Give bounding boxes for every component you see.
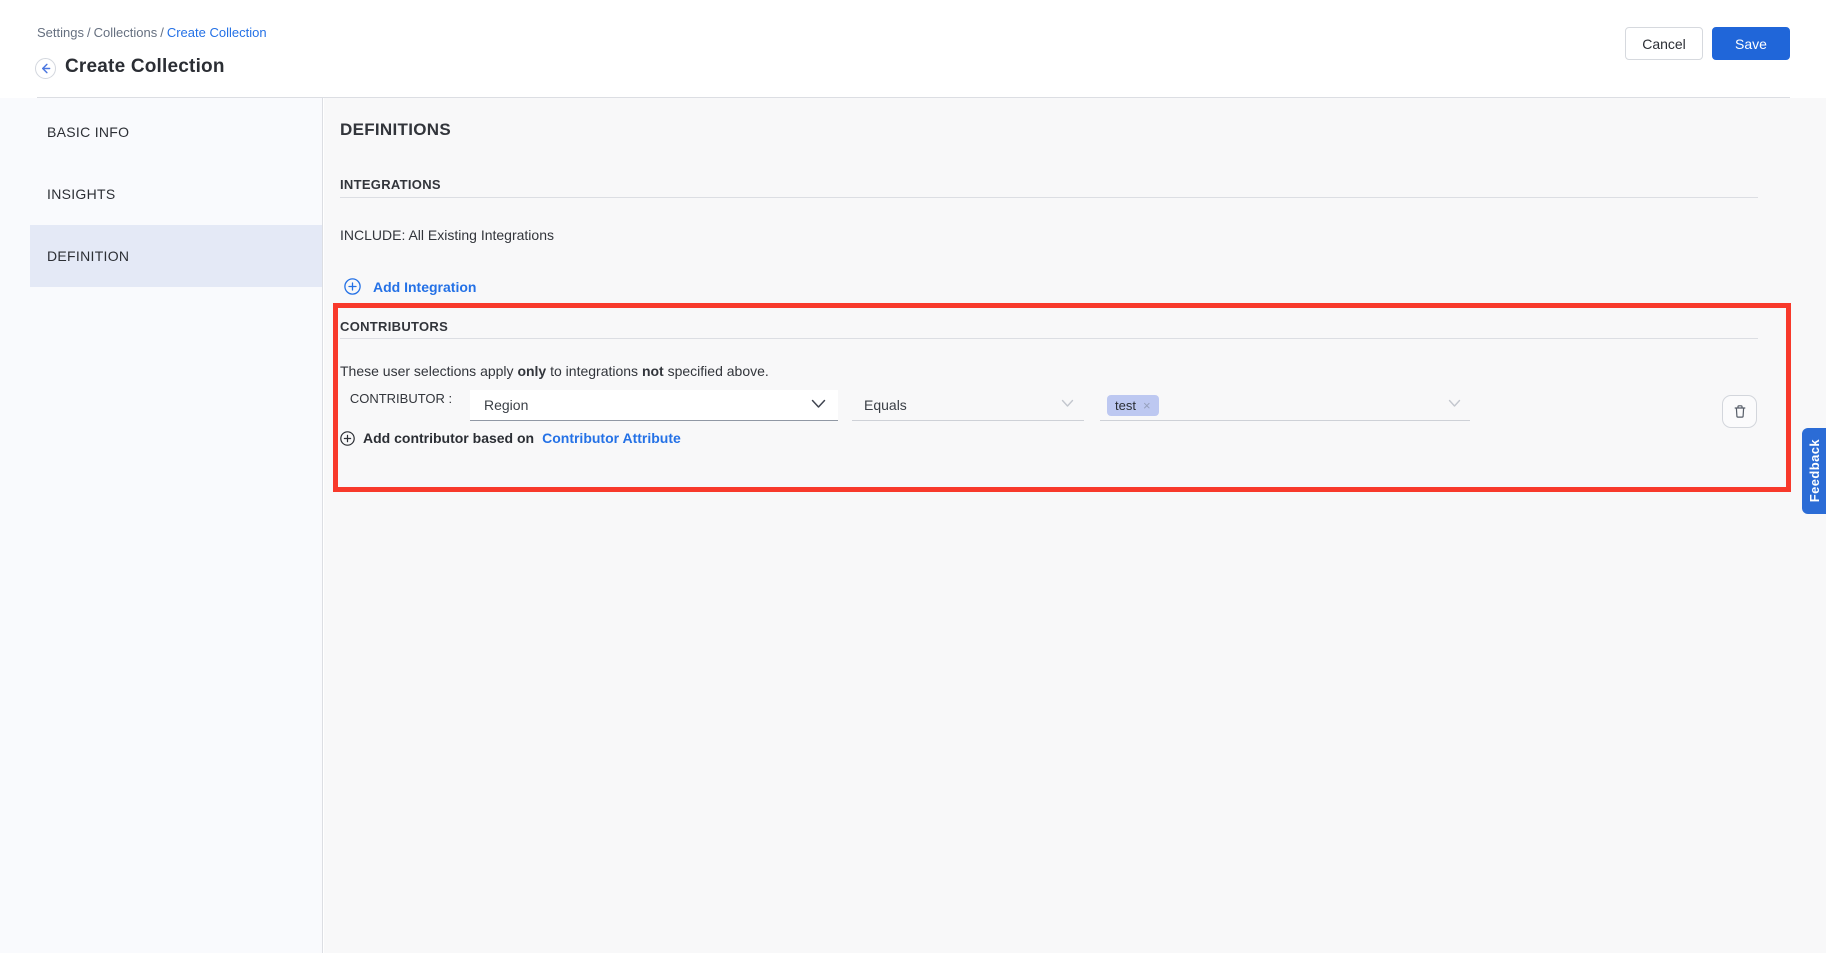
trash-icon [1733,404,1747,419]
feedback-tab-label: Feedback [1807,439,1822,502]
plus-circle-icon [340,431,355,446]
delete-contributor-button[interactable] [1722,395,1757,428]
breadcrumb: Settings/Collections/Create Collection [37,25,267,40]
plus-circle-icon [344,278,361,295]
sidebar-item-definition[interactable]: DEFINITION [30,225,322,287]
integrations-section-label: INTEGRATIONS [340,177,441,192]
feedback-tab[interactable]: Feedback [1802,428,1826,514]
add-integration-label: Add Integration [373,279,476,295]
create-collection-page: Settings/Collections/Create Collection C… [0,0,1826,953]
breadcrumb-separator: / [157,25,167,40]
breadcrumb-collections[interactable]: Collections [94,25,158,40]
add-contributor-button[interactable]: Add contributor based on Contributor Att… [340,430,681,446]
attribute-select[interactable]: Region [470,390,838,421]
breadcrumb-separator: / [84,25,94,40]
contributors-description: These user selections apply only to inte… [340,363,769,379]
integrations-divider [340,197,1758,198]
breadcrumb-settings[interactable]: Settings [37,25,84,40]
sidebar-item-insights[interactable]: INSIGHTS [30,163,322,225]
add-contributor-text: Add contributor based on [363,430,534,446]
breadcrumb-current: Create Collection [167,25,267,40]
chevron-down-icon [1448,399,1461,408]
back-button[interactable] [35,58,56,79]
cancel-button[interactable]: Cancel [1625,27,1703,60]
definitions-title: DEFINITIONS [340,120,451,140]
values-select[interactable]: test × [1100,390,1470,421]
value-chip[interactable]: test × [1107,395,1159,416]
chevron-down-icon [1061,399,1074,408]
attribute-select-value: Region [484,397,528,413]
operator-select[interactable]: Equals [852,390,1084,421]
chevron-down-icon [811,399,826,409]
sidebar: BASIC INFO INSIGHTS DEFINITION [0,98,323,953]
contributors-divider [340,338,1758,339]
sidebar-item-basic-info[interactable]: BASIC INFO [30,101,322,163]
operator-select-value: Equals [864,397,907,413]
page-title: Create Collection [65,56,225,78]
include-text: INCLUDE: All Existing Integrations [340,227,554,243]
contributor-row-label: CONTRIBUTOR : [349,390,453,407]
chip-remove-icon[interactable]: × [1143,399,1151,412]
value-chip-label: test [1115,398,1136,413]
contributor-attribute-link[interactable]: Contributor Attribute [542,430,681,446]
back-arrow-icon [40,63,51,74]
add-integration-button[interactable]: Add Integration [344,278,476,295]
save-button[interactable]: Save [1712,27,1790,60]
contributors-section-label: CONTRIBUTORS [340,319,448,334]
